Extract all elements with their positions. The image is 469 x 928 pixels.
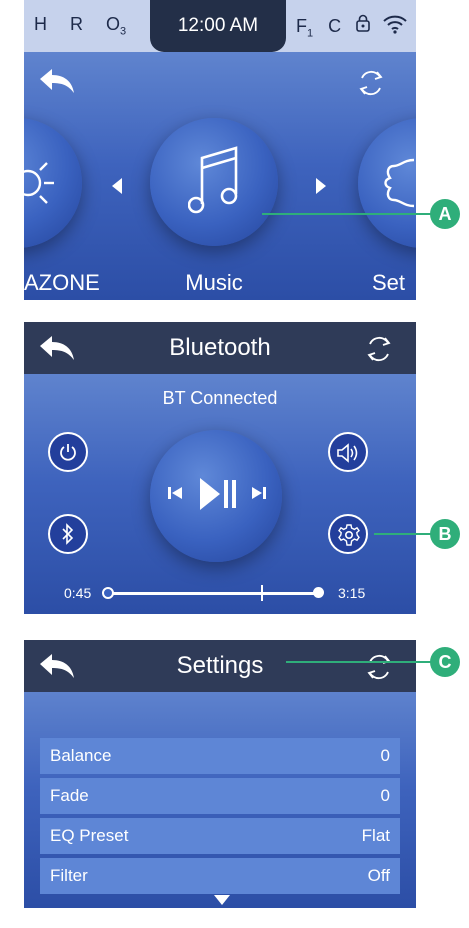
progress-start-marker: [102, 587, 114, 599]
unit-indicator: C: [328, 16, 342, 36]
clock: 12:00 AM: [150, 0, 286, 52]
callout-c: C: [430, 647, 460, 677]
settings-row-eq-preset[interactable]: EQ Preset Flat: [40, 818, 400, 854]
bluetooth-pair-button[interactable]: [48, 514, 88, 554]
row-label: EQ Preset: [50, 826, 129, 845]
sun-icon: [24, 162, 54, 204]
next-track-icon[interactable]: [250, 484, 268, 502]
wifi-icon: [382, 14, 408, 39]
refresh-icon[interactable]: [364, 334, 394, 369]
callout-b-line: [374, 533, 432, 535]
bluetooth-header: Bluetooth: [24, 322, 416, 374]
row-value: Off: [367, 866, 390, 885]
page-title: Bluetooth: [169, 334, 271, 361]
power-button[interactable]: [48, 432, 88, 472]
heater-indicator: H: [34, 14, 47, 34]
scroll-right-icon[interactable]: [316, 178, 326, 194]
play-pause-icon[interactable]: [198, 476, 238, 512]
progress-track[interactable]: [102, 585, 324, 601]
settings-screen: Settings Balance 0 Fade 0 EQ Preset Flat…: [24, 640, 416, 908]
page-title: Settings: [176, 652, 264, 679]
refresh-icon[interactable]: [356, 68, 386, 103]
settings-label: Set: [372, 270, 406, 295]
settings-mode-button[interactable]: [358, 118, 416, 248]
row-label: Fade: [50, 786, 89, 805]
settings-row-filter[interactable]: Filter Off: [40, 858, 400, 894]
previous-track-icon[interactable]: [166, 484, 184, 502]
music-button[interactable]: [150, 118, 278, 246]
ozone-label: AZONE: [24, 270, 100, 295]
settings-header: Settings: [24, 640, 416, 692]
progress-end-marker: [313, 587, 324, 598]
scroll-down-icon[interactable]: [214, 895, 230, 905]
ozone-indicator: O3: [106, 14, 127, 38]
music-screen: H R O3 12:00 AM F1 C AZONE Music Set: [24, 0, 416, 300]
filter-indicator: F1: [296, 16, 314, 40]
speaker-icon: [337, 443, 358, 463]
power-icon: [60, 444, 76, 461]
callout-c-line: [286, 661, 432, 663]
callout-a: A: [430, 199, 460, 229]
row-value: Flat: [361, 826, 390, 845]
progress-position-marker[interactable]: [261, 585, 264, 601]
callout-a-line: [262, 213, 432, 215]
gear-icon: [338, 524, 360, 546]
row-label: Filter: [50, 866, 88, 885]
lock-icon: [356, 14, 370, 36]
play-pause-panel: [150, 430, 282, 562]
total-time: 3:15: [338, 585, 366, 601]
back-arrow-icon[interactable]: [38, 66, 76, 101]
music-label: Music: [185, 270, 243, 295]
elapsed-time: 0:45: [64, 585, 92, 601]
settings-row-fade[interactable]: Fade 0: [40, 778, 400, 814]
circ-indicator: R: [70, 14, 84, 34]
refresh-icon[interactable]: [364, 652, 394, 687]
row-value: 0: [380, 786, 390, 805]
ozone-mode-button[interactable]: [24, 118, 82, 248]
volume-button[interactable]: [328, 432, 368, 472]
bluetooth-icon: [62, 523, 74, 545]
callout-b: B: [430, 519, 460, 549]
row-label: Balance: [50, 746, 112, 765]
status-bar: H R O3 12:00 AM F1 C: [24, 0, 416, 52]
settings-row-balance[interactable]: Balance 0: [40, 738, 400, 774]
row-value: 0: [380, 746, 390, 765]
music-note-icon: [188, 146, 238, 214]
bluetooth-screen: Bluetooth BT Connected 0:45 3:15: [24, 322, 416, 614]
gear-partial-icon: [384, 158, 414, 208]
settings-button[interactable]: [328, 514, 368, 554]
bt-status: BT Connected: [162, 388, 278, 408]
scroll-left-icon[interactable]: [112, 178, 122, 194]
